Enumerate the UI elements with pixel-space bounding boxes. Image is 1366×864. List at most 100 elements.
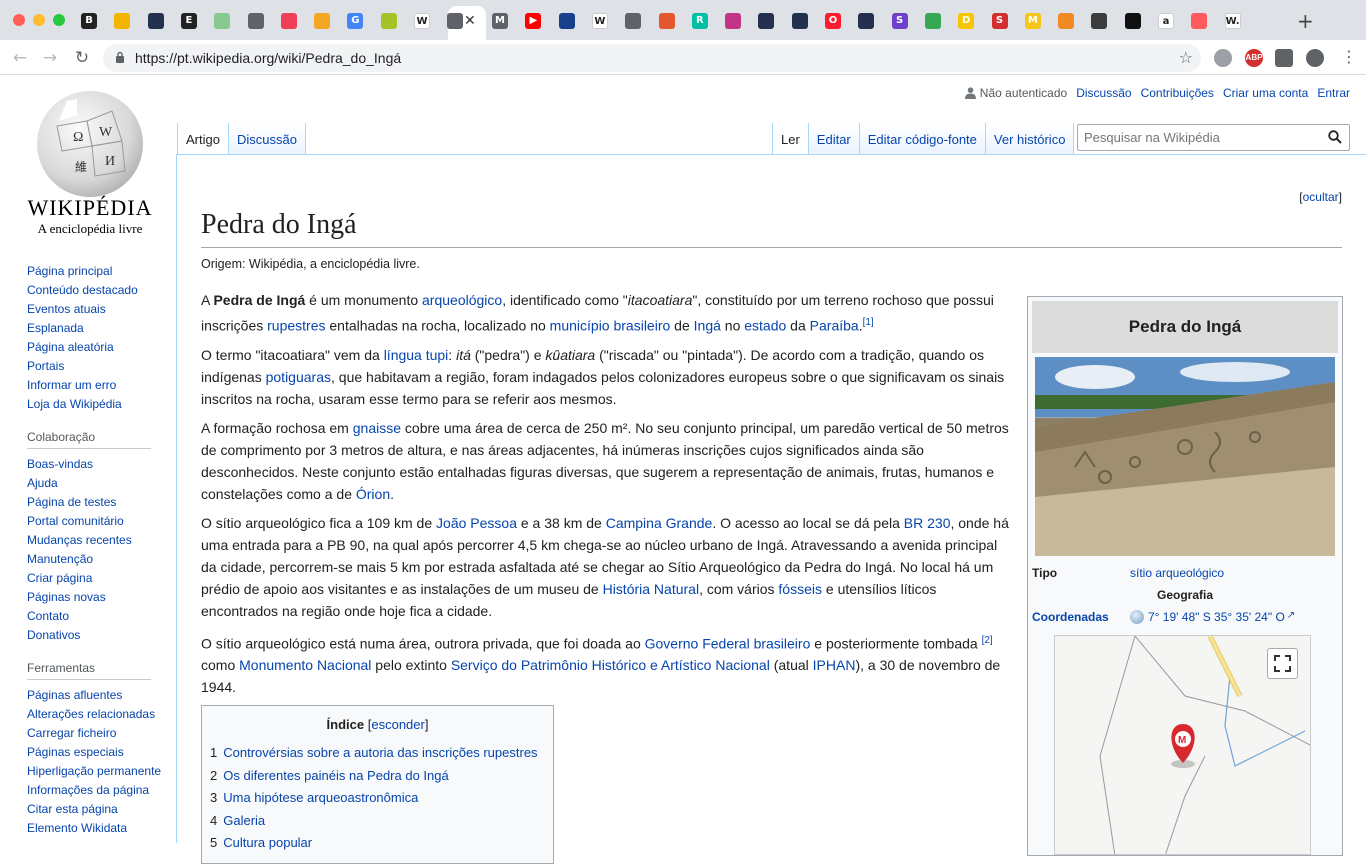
tab-edit-source[interactable]: Editar código-fonte bbox=[859, 123, 986, 155]
r-icon[interactable]: R bbox=[691, 13, 708, 29]
sidebar-item-collab-2[interactable]: Página de testes bbox=[27, 493, 167, 512]
tab-history[interactable]: Ver histórico bbox=[985, 123, 1075, 155]
target-icon[interactable] bbox=[1191, 13, 1208, 29]
wikipedia-icon[interactable]: W bbox=[414, 13, 430, 29]
a-logo-icon[interactable] bbox=[147, 13, 164, 29]
toc-item-link[interactable]: Os diferentes painéis na Pedra do Ingá bbox=[223, 768, 448, 783]
bookmark-star-icon[interactable]: ☆ bbox=[1179, 48, 1193, 67]
diamond-icon[interactable] bbox=[1091, 13, 1108, 29]
sidebar-item-tools-7[interactable]: Elemento Wikidata bbox=[27, 819, 167, 838]
fullscreen-map-button[interactable] bbox=[1267, 648, 1298, 679]
a-logo-icon[interactable] bbox=[858, 13, 875, 29]
toc-item[interactable]: 3 Uma hipótese arqueoastronômica bbox=[210, 787, 545, 810]
sidebar-item-tools-3[interactable]: Páginas especiais bbox=[27, 743, 167, 762]
sidebar-item-tools-4[interactable]: Hiperligação permanente bbox=[27, 762, 167, 781]
link-arqueologico[interactable]: arqueológico bbox=[422, 292, 502, 308]
toc-item-link[interactable]: Uma hipótese arqueoastronômica bbox=[223, 790, 418, 805]
sidebar-item-tools-0[interactable]: Páginas afluentes bbox=[27, 686, 167, 705]
sidebar-item-collab-4[interactable]: Mudanças recentes bbox=[27, 531, 167, 550]
forward-button[interactable]: → bbox=[40, 48, 60, 68]
link-paraiba[interactable]: Paraíba bbox=[810, 318, 859, 334]
link-iphan[interactable]: IPHAN bbox=[813, 657, 856, 673]
sidebar-item-tools-5[interactable]: Informações da página bbox=[27, 781, 167, 800]
link-municipio[interactable]: município brasileiro bbox=[550, 318, 671, 334]
google-icon[interactable]: G bbox=[347, 13, 364, 29]
infobox-value-coords[interactable]: 7° 19' 48" S 35° 35' 24" O bbox=[1148, 610, 1285, 624]
link-potiguaras[interactable]: potiguaras bbox=[266, 369, 331, 385]
sidebar-item-tools-6[interactable]: Citar esta página bbox=[27, 800, 167, 819]
globe-icon[interactable] bbox=[447, 13, 464, 29]
reference-2[interactable]: [2] bbox=[982, 635, 993, 646]
url-text[interactable]: https://pt.wikipedia.org/wiki/Pedra_do_I… bbox=[135, 50, 401, 66]
s-icon[interactable]: S bbox=[891, 13, 908, 29]
instagram-icon[interactable] bbox=[725, 13, 742, 29]
personal-contributions-link[interactable]: Contribuições bbox=[1141, 86, 1214, 100]
sidebar-item-main-0[interactable]: Página principal bbox=[27, 262, 167, 281]
toc-item[interactable]: 1 Controvérsias sobre a autoria das inscr… bbox=[210, 742, 545, 765]
close-tab-icon[interactable]: ✕ bbox=[464, 13, 476, 29]
link-orion[interactable]: Órion bbox=[356, 486, 390, 502]
maximize-window-button[interactable] bbox=[53, 14, 65, 26]
infobox-value-tipo[interactable]: sítio arqueológico bbox=[1130, 566, 1224, 580]
link-lingua-tupi[interactable]: língua tupi bbox=[384, 347, 449, 363]
youtube-icon[interactable]: ▶ bbox=[525, 13, 542, 29]
sidebar-item-main-3[interactable]: Esplanada bbox=[27, 319, 167, 338]
e-icon[interactable]: E bbox=[180, 13, 197, 29]
reference-1[interactable]: [1] bbox=[863, 317, 874, 328]
sidebar-item-collab-9[interactable]: Donativos bbox=[27, 626, 167, 645]
extensions-puzzle-icon[interactable] bbox=[1275, 49, 1293, 67]
link-historia-natural[interactable]: História Natural bbox=[603, 581, 699, 597]
link-br230[interactable]: BR 230 bbox=[904, 515, 951, 531]
sheet-icon[interactable] bbox=[214, 13, 231, 29]
sidebar-item-collab-8[interactable]: Contato bbox=[27, 607, 167, 626]
black-circle-icon[interactable] bbox=[1124, 13, 1141, 29]
create-account-link[interactable]: Criar uma conta bbox=[1223, 86, 1308, 100]
slides-icon[interactable] bbox=[114, 13, 131, 29]
a-logo-icon[interactable] bbox=[791, 13, 808, 29]
d-icon[interactable]: D bbox=[958, 13, 975, 29]
pocket-icon[interactable] bbox=[280, 13, 297, 29]
drive-icon[interactable] bbox=[924, 13, 941, 29]
location-map[interactable]: M bbox=[1054, 635, 1311, 855]
link-fosseis[interactable]: fósseis bbox=[778, 581, 822, 597]
link-joao-pessoa[interactable]: João Pessoa bbox=[436, 515, 517, 531]
back-button[interactable]: ← bbox=[10, 48, 30, 68]
sidebar-item-collab-3[interactable]: Portal comunitário bbox=[27, 512, 167, 531]
w-dot-icon[interactable]: W. bbox=[1224, 13, 1241, 29]
s-red-icon[interactable]: S bbox=[991, 13, 1008, 29]
sidebar-item-collab-1[interactable]: Ajuda bbox=[27, 474, 167, 493]
wikipedia-logo[interactable]: Ω W И 維 WIKIPÉDIA A enciclopédia livre bbox=[20, 85, 160, 236]
orange-grid-icon[interactable] bbox=[1058, 13, 1075, 29]
amazon-icon[interactable]: a bbox=[1158, 13, 1174, 29]
sidebar-item-main-5[interactable]: Portais bbox=[27, 357, 167, 376]
sidebar-item-main-2[interactable]: Eventos atuais bbox=[27, 300, 167, 319]
sidebar-item-main-1[interactable]: Conteúdo destacado bbox=[27, 281, 167, 300]
globe-icon[interactable] bbox=[625, 13, 642, 29]
sidebar-item-tools-1[interactable]: Alterações relacionadas bbox=[27, 705, 167, 724]
blue-circle-icon[interactable] bbox=[558, 13, 575, 29]
link-monumento-nacional[interactable]: Monumento Nacional bbox=[239, 657, 371, 673]
cc-icon[interactable] bbox=[314, 13, 331, 29]
link-rupestres[interactable]: rupestres bbox=[267, 318, 325, 334]
sidebar-item-collab-5[interactable]: Manutenção bbox=[27, 550, 167, 569]
toc-item[interactable]: 4 Galeria bbox=[210, 810, 545, 833]
sidebar-item-main-6[interactable]: Informar um erro bbox=[27, 376, 167, 395]
browser-menu-icon[interactable]: ⋮ bbox=[1341, 47, 1357, 66]
personal-talk-link[interactable]: Discussão bbox=[1076, 86, 1131, 100]
profile-avatar-icon[interactable] bbox=[1306, 49, 1324, 67]
sidebar-item-collab-0[interactable]: Boas-vindas bbox=[27, 455, 167, 474]
infobox-label-coords[interactable]: Coordenadas bbox=[1032, 610, 1130, 624]
grid-icon[interactable] bbox=[658, 13, 675, 29]
toc-item-link[interactable]: Controvérsias sobre a autoria das inscri… bbox=[223, 745, 537, 760]
toc-item[interactable]: 2 Os diferentes painéis na Pedra do Ingá bbox=[210, 765, 545, 788]
link-inga[interactable]: Ingá bbox=[694, 318, 721, 334]
toc-hide-link[interactable]: esconder bbox=[371, 717, 424, 732]
tab-edit[interactable]: Editar bbox=[808, 123, 860, 155]
search-icon[interactable] bbox=[1328, 130, 1342, 144]
tab-article[interactable]: Artigo bbox=[177, 123, 229, 155]
a-logo-icon[interactable] bbox=[758, 13, 775, 29]
sidebar-item-main-7[interactable]: Loja da Wikipédia bbox=[27, 395, 167, 414]
link-gnaisse[interactable]: gnaisse bbox=[353, 420, 401, 436]
extension-drive-icon[interactable] bbox=[1214, 49, 1232, 67]
link-campina-grande[interactable]: Campina Grande bbox=[606, 515, 713, 531]
